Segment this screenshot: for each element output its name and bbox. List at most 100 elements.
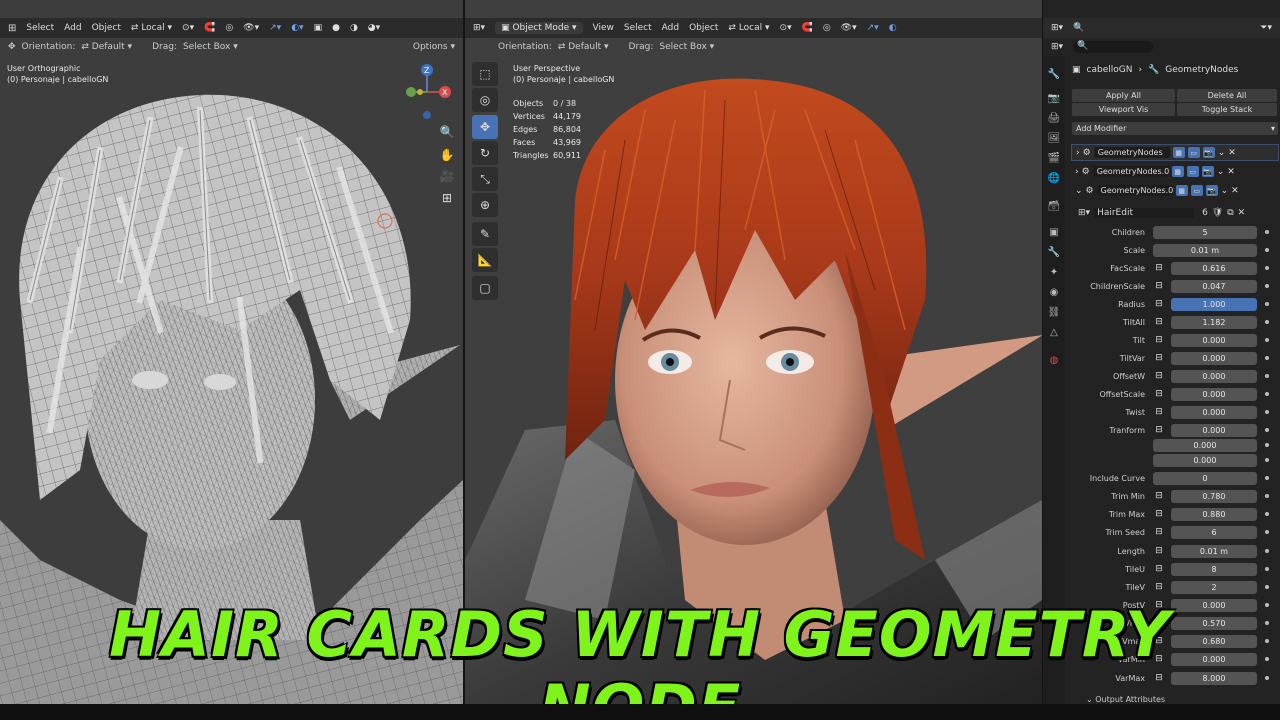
keyframe-dot-icon[interactable] — [1265, 320, 1269, 324]
keyframe-dot-icon[interactable] — [1265, 443, 1269, 447]
view-layer-tab-icon[interactable]: 🖼 — [1046, 130, 1062, 146]
world-tab-icon[interactable]: 🌐 — [1046, 170, 1062, 186]
edit-mode-icon[interactable]: ▦ — [1175, 185, 1188, 196]
param-value-field[interactable]: 8 — [1171, 562, 1257, 576]
keyframe-dot-icon[interactable] — [1265, 494, 1269, 498]
viewport-icon[interactable]: ▭ — [1190, 185, 1203, 196]
close-icon[interactable]: ✕ — [1238, 208, 1246, 218]
param-value-field[interactable]: 0.000 — [1171, 369, 1257, 383]
render-icon[interactable]: 📷 — [1202, 147, 1215, 158]
param-value-field[interactable]: 2 — [1171, 580, 1257, 594]
mode-dropdown[interactable]: ▣ Object Mode ▾ — [495, 22, 583, 34]
drag-dropdown[interactable]: Select Box ▾ — [183, 42, 238, 52]
keyframe-dot-icon[interactable] — [1265, 338, 1269, 342]
modifier-name-field[interactable]: GeometryNodes — [1093, 147, 1170, 158]
shading-solid-icon[interactable]: ● — [332, 23, 340, 33]
param-value-field[interactable]: 1.182 — [1171, 315, 1257, 329]
transform-orientation-dropdown[interactable]: ⇄ Local ▾ — [131, 23, 172, 33]
pivot-icon[interactable]: ⊙▾ — [780, 23, 792, 33]
options-dropdown[interactable]: Options ▾ — [413, 42, 455, 52]
cursor-tool-icon[interactable]: ◎ — [472, 88, 498, 112]
measure-tool-icon[interactable]: 📐 — [472, 248, 498, 272]
modifier-row[interactable]: ⌄ ⚙ GeometryNodes.0... ▦ ▭ 📷 ⌄ ✕ — [1071, 182, 1279, 199]
param-value-field[interactable]: 0.01 m — [1153, 243, 1257, 257]
chevron-down-icon[interactable]: ⌄ — [1217, 167, 1225, 177]
xray-icon[interactable]: ▣ — [314, 23, 323, 33]
snap-icon[interactable]: 🧲 — [204, 23, 215, 33]
attribute-toggle-icon[interactable]: ⊟ — [1153, 564, 1165, 574]
viewport-icon[interactable]: ▭ — [1186, 166, 1199, 177]
viewport-icon[interactable]: ▭ — [1187, 147, 1200, 158]
add-modifier-dropdown[interactable]: Add Modifier ▾ — [1072, 122, 1278, 135]
transform-tool-icon[interactable]: ⊕ — [472, 193, 498, 217]
pan-hand-icon[interactable]: ✋ — [437, 145, 457, 165]
select-box-tool-icon[interactable]: ⬚ — [472, 62, 498, 86]
modifier-row[interactable]: › ⚙ GeometryNodes ▦ ▭ 📷 ⌄ ✕ — [1071, 144, 1279, 161]
render-icon[interactable]: 📷 — [1201, 166, 1214, 177]
add-cube-tool-icon[interactable]: ▢ — [472, 276, 498, 300]
keyframe-dot-icon[interactable] — [1265, 374, 1269, 378]
filter-icon[interactable]: ⏷▾ — [1260, 23, 1272, 33]
param-value-field[interactable]: 0.000 — [1171, 351, 1257, 365]
attribute-toggle-icon[interactable]: ⊟ — [1153, 335, 1165, 345]
duplicate-icon[interactable]: ⧉ — [1227, 208, 1233, 218]
param-value-field[interactable]: 0.000 — [1153, 453, 1257, 467]
menu-object[interactable]: Object — [92, 23, 121, 33]
gizmo-icon[interactable]: ↗▾ — [867, 23, 879, 33]
keyframe-dot-icon[interactable] — [1265, 410, 1269, 414]
attribute-toggle-icon[interactable]: ⊟ — [1153, 407, 1165, 417]
keyframe-dot-icon[interactable] — [1265, 512, 1269, 516]
proportional-icon[interactable]: ◎ — [225, 23, 233, 33]
close-icon[interactable]: ✕ — [1228, 148, 1236, 158]
attribute-toggle-icon[interactable]: ⊟ — [1153, 371, 1165, 381]
visibility-icon[interactable]: 👁▾ — [841, 23, 857, 33]
param-value-field[interactable]: 0.000 — [1153, 438, 1257, 452]
annotate-tool-icon[interactable]: ✎ — [472, 222, 498, 246]
orientation-dropdown[interactable]: ⇄ Default ▾ — [81, 42, 132, 52]
shading-material-icon[interactable]: ◑ — [350, 23, 358, 33]
grid-icon[interactable]: ⊞ — [437, 188, 457, 208]
attribute-toggle-icon[interactable]: ⊟ — [1153, 353, 1165, 363]
collection-tab-icon[interactable]: 🗃 — [1046, 198, 1062, 214]
menu-select[interactable]: Select — [26, 23, 54, 33]
search-field[interactable]: 🔍 — [1073, 40, 1154, 53]
overlay-icon[interactable]: ◐ — [889, 23, 897, 33]
chevron-right-icon[interactable]: › — [1075, 167, 1079, 177]
attribute-toggle-icon[interactable]: ⊟ — [1153, 317, 1165, 327]
attribute-toggle-icon[interactable]: ⊟ — [1153, 299, 1165, 309]
keyframe-dot-icon[interactable] — [1265, 476, 1269, 480]
attribute-toggle-icon[interactable]: ⊟ — [1153, 389, 1165, 399]
apply-all-button[interactable]: Apply All — [1072, 89, 1175, 102]
keyframe-dot-icon[interactable] — [1265, 266, 1269, 270]
shading-render-icon[interactable]: ◕▾ — [368, 23, 380, 33]
keyframe-dot-icon[interactable] — [1265, 549, 1269, 553]
move-icon[interactable]: ✥ — [8, 42, 16, 52]
output-tab-icon[interactable]: 🖨 — [1046, 110, 1062, 126]
chevron-down-icon[interactable]: ⌄ — [1075, 186, 1083, 196]
param-value-field[interactable]: 0.01 m — [1171, 544, 1257, 558]
render-tab-icon[interactable]: 📷 — [1046, 90, 1062, 106]
modifier-row[interactable]: › ⚙ GeometryNodes.0... ▦ ▭ 📷 ⌄ ✕ — [1071, 163, 1279, 180]
fake-user-icon[interactable]: 🛡 — [1212, 208, 1223, 218]
keyframe-dot-icon[interactable] — [1265, 458, 1269, 462]
editor-type-icon[interactable]: ⊞▾ — [1051, 23, 1063, 33]
keyframe-dot-icon[interactable] — [1265, 302, 1269, 306]
gizmo-icon[interactable]: ↗▾ — [269, 23, 281, 33]
scene-tab-icon[interactable]: 🎬 — [1046, 150, 1062, 166]
search-icon[interactable]: 🔍 — [1073, 23, 1084, 33]
viewport-vis-button[interactable]: Viewport Vis — [1072, 103, 1175, 116]
param-value-field[interactable]: 0.047 — [1171, 279, 1257, 293]
overlay-icon[interactable]: ◐▾ — [291, 23, 303, 33]
menu-view[interactable]: View — [593, 23, 614, 33]
camera-icon[interactable]: 🎥 — [437, 166, 457, 186]
pivot-icon[interactable]: ⊙▾ — [182, 23, 194, 33]
close-icon[interactable]: ✕ — [1231, 186, 1239, 196]
editor-type-icon-2[interactable]: ⊞▾ — [1051, 42, 1063, 52]
edit-mode-icon[interactable]: ▦ — [1172, 147, 1185, 158]
node-group-selector[interactable]: ⊞▾ HairEdit 6 🛡 ⧉ ✕ — [1078, 206, 1276, 220]
delete-all-button[interactable]: Delete All — [1177, 89, 1277, 102]
param-value-field[interactable]: 0 — [1153, 471, 1257, 485]
attribute-toggle-icon[interactable]: ⊟ — [1153, 491, 1165, 501]
param-value-field[interactable]: 0.616 — [1171, 261, 1257, 275]
chevron-down-icon[interactable]: ⌄ — [1221, 186, 1229, 196]
